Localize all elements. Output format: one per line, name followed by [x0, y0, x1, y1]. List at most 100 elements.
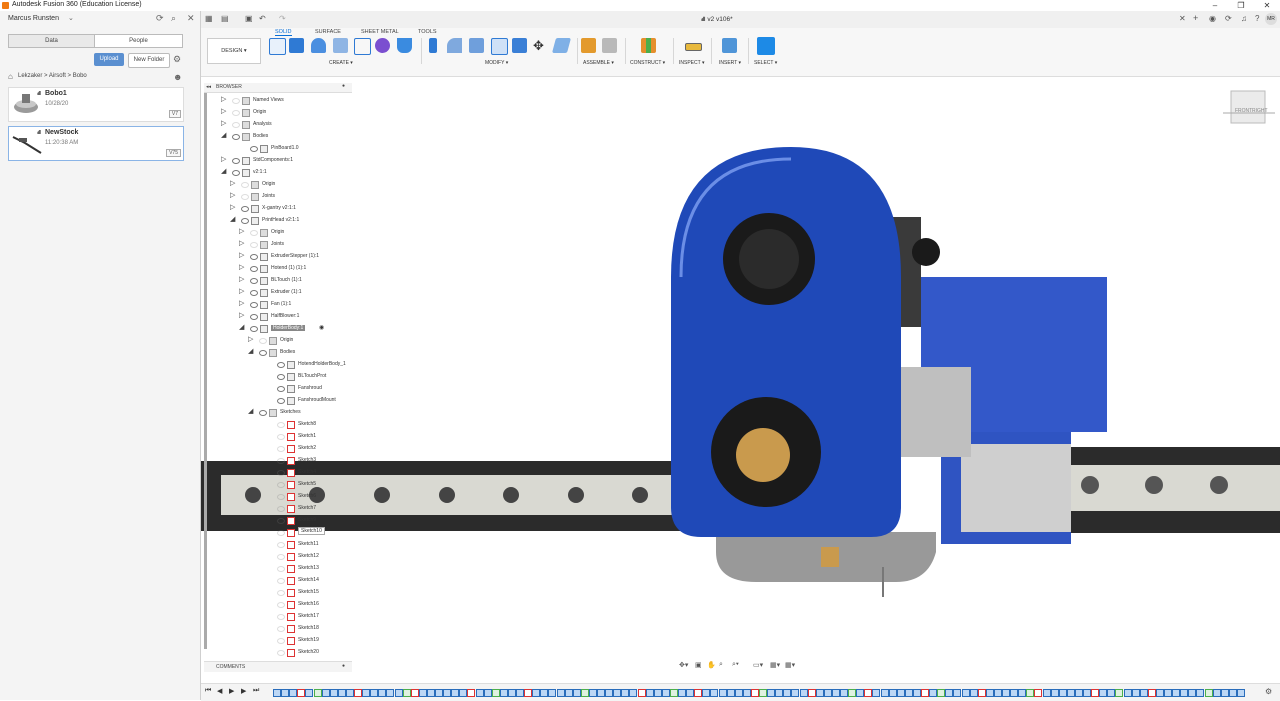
breadcrumb-item[interactable]: Bobo	[73, 73, 87, 79]
timeline-feature[interactable]	[783, 689, 792, 697]
timeline-feature[interactable]	[1066, 689, 1075, 697]
timeline-feature[interactable]	[1018, 689, 1027, 697]
new-sketch-icon[interactable]	[269, 38, 286, 55]
timeline-feature[interactable]	[345, 689, 354, 697]
collapsed-arrow-icon[interactable]: ▷	[239, 227, 244, 235]
browser-row[interactable]: Sketch1	[201, 433, 356, 445]
collapsed-arrow-icon[interactable]: ▷	[221, 119, 226, 127]
timeline-feature[interactable]	[1050, 689, 1059, 697]
timeline-feature[interactable]	[329, 689, 338, 697]
timeline-feature[interactable]	[475, 689, 484, 697]
timeline-feature[interactable]	[767, 689, 776, 697]
browser-row[interactable]: Sketch17	[201, 613, 356, 625]
browser-row[interactable]: ▷ Origin	[201, 336, 356, 349]
timeline-feature[interactable]	[1147, 689, 1156, 697]
browser-row[interactable]: ◢ PrintHead v2:1:1	[201, 216, 356, 229]
timeline-feature[interactable]	[621, 689, 630, 697]
timeline-feature[interactable]	[597, 689, 605, 697]
browser-row[interactable]: FanshroudMount	[201, 397, 356, 409]
timeline-feature[interactable]	[637, 689, 646, 697]
timeline-feature[interactable]	[418, 689, 427, 697]
select-menu[interactable]: SELECT ▾	[754, 60, 777, 66]
user-name[interactable]: Marcus Runsten	[8, 15, 59, 22]
activate-radio-icon[interactable]: ◉	[319, 324, 324, 331]
assemble-menu[interactable]: ASSEMBLE ▾	[583, 60, 614, 66]
press-pull-icon[interactable]	[429, 38, 437, 53]
visibility-eye-icon[interactable]	[277, 458, 285, 464]
timeline-feature[interactable]	[524, 689, 533, 697]
timeline-feature[interactable]	[645, 689, 654, 697]
comments-panel[interactable]: COMMENTS ●	[204, 661, 352, 672]
visibility-eye-icon[interactable]	[277, 542, 285, 548]
timeline-feature[interactable]	[370, 689, 379, 697]
timeline-feature[interactable]	[872, 689, 881, 697]
file-menu-icon[interactable]: ▤	[221, 14, 229, 23]
visibility-eye-icon[interactable]	[250, 314, 258, 320]
timeline-feature[interactable]	[281, 689, 290, 697]
inspect-menu[interactable]: INSPECT ▾	[679, 60, 705, 66]
timeline-feature[interactable]	[516, 689, 524, 697]
expanded-arrow-icon[interactable]: ◢	[239, 323, 244, 331]
timeline-feature[interactable]	[969, 689, 978, 697]
collapsed-arrow-icon[interactable]: ▷	[239, 275, 244, 283]
select-icon[interactable]	[757, 37, 775, 55]
timeline-feature[interactable]	[378, 689, 387, 697]
avatar[interactable]: MR	[1265, 13, 1277, 25]
viewcube[interactable]	[1230, 90, 1266, 124]
timeline-feature[interactable]	[289, 689, 298, 697]
timeline-feature[interactable]	[572, 689, 581, 697]
visibility-eye-icon[interactable]	[232, 134, 240, 140]
expanded-arrow-icon[interactable]: ◢	[248, 347, 253, 355]
browser-row[interactable]: ▷ Extruder (1):1	[201, 287, 356, 301]
collapsed-arrow-icon[interactable]: ▷	[239, 287, 244, 295]
timeline-feature[interactable]	[443, 689, 452, 697]
browser-row[interactable]: ▷ BLTouch (1):1	[201, 275, 356, 289]
visibility-eye-icon[interactable]	[277, 554, 285, 560]
grid-settings-icon[interactable]: ▦▾	[770, 661, 780, 669]
document-tab[interactable]: ⛘ v2 v106*	[701, 11, 733, 28]
file-card[interactable]: ⛘ Bobo1 10/28/20 V7	[8, 87, 184, 122]
browser-row[interactable]: Sketch13	[201, 565, 356, 577]
timeline-feature[interactable]	[718, 689, 727, 697]
timeline-feature[interactable]	[613, 689, 622, 697]
visibility-eye-icon[interactable]	[241, 218, 249, 224]
offset-plane-icon[interactable]	[641, 38, 656, 53]
browser-row[interactable]: ▷ X-gantry v2:1:1	[201, 204, 356, 217]
timeline-feature[interactable]	[961, 689, 970, 697]
timeline-feature[interactable]	[1155, 689, 1164, 697]
timeline-feature[interactable]	[759, 689, 767, 697]
timeline-feature[interactable]	[1034, 689, 1043, 697]
tab-people[interactable]: People	[94, 34, 183, 48]
move-icon[interactable]: ✥	[533, 38, 544, 54]
visibility-eye-icon[interactable]	[232, 170, 240, 176]
job-status-icon[interactable]: ⟳	[1225, 14, 1232, 23]
browser-row[interactable]: Sketch20	[201, 649, 356, 661]
close-tab-icon[interactable]: ✕	[1179, 14, 1186, 23]
visibility-eye-icon[interactable]	[277, 446, 285, 452]
timeline-feature[interactable]	[1115, 689, 1124, 697]
timeline-feature[interactable]	[321, 689, 330, 697]
collapse-icon[interactable]: ◂◂	[206, 84, 211, 90]
breadcrumb-item[interactable]: Airsoft	[49, 73, 66, 79]
timeline-feature[interactable]	[880, 689, 889, 697]
timeline-back-icon[interactable]: ◀	[217, 687, 222, 695]
form-icon[interactable]	[375, 38, 390, 53]
timeline-feature[interactable]	[807, 689, 816, 697]
extrude-icon[interactable]	[289, 38, 304, 53]
visibility-eye-icon[interactable]	[250, 290, 258, 296]
timeline-feature[interactable]	[394, 689, 403, 697]
collapsed-arrow-icon[interactable]: ▷	[239, 299, 244, 307]
timeline-feature[interactable]	[993, 689, 1002, 697]
visibility-eye-icon[interactable]	[250, 230, 258, 236]
timeline-feature[interactable]	[945, 689, 954, 697]
visibility-eye-icon[interactable]	[277, 650, 285, 656]
timeline-feature[interactable]	[564, 689, 573, 697]
fit-icon[interactable]: ⌕▾	[732, 661, 739, 669]
create-menu[interactable]: CREATE ▾	[329, 60, 353, 66]
align-icon[interactable]	[551, 38, 572, 53]
timeline-feature[interactable]	[605, 689, 614, 697]
timeline-feature[interactable]	[297, 689, 306, 697]
tab-tools[interactable]: TOOLS	[418, 29, 437, 35]
timeline-play-icon[interactable]: ▶	[229, 687, 234, 695]
file-card[interactable]: ⛘ NewStock 11:20:38 AM V75	[8, 126, 184, 161]
